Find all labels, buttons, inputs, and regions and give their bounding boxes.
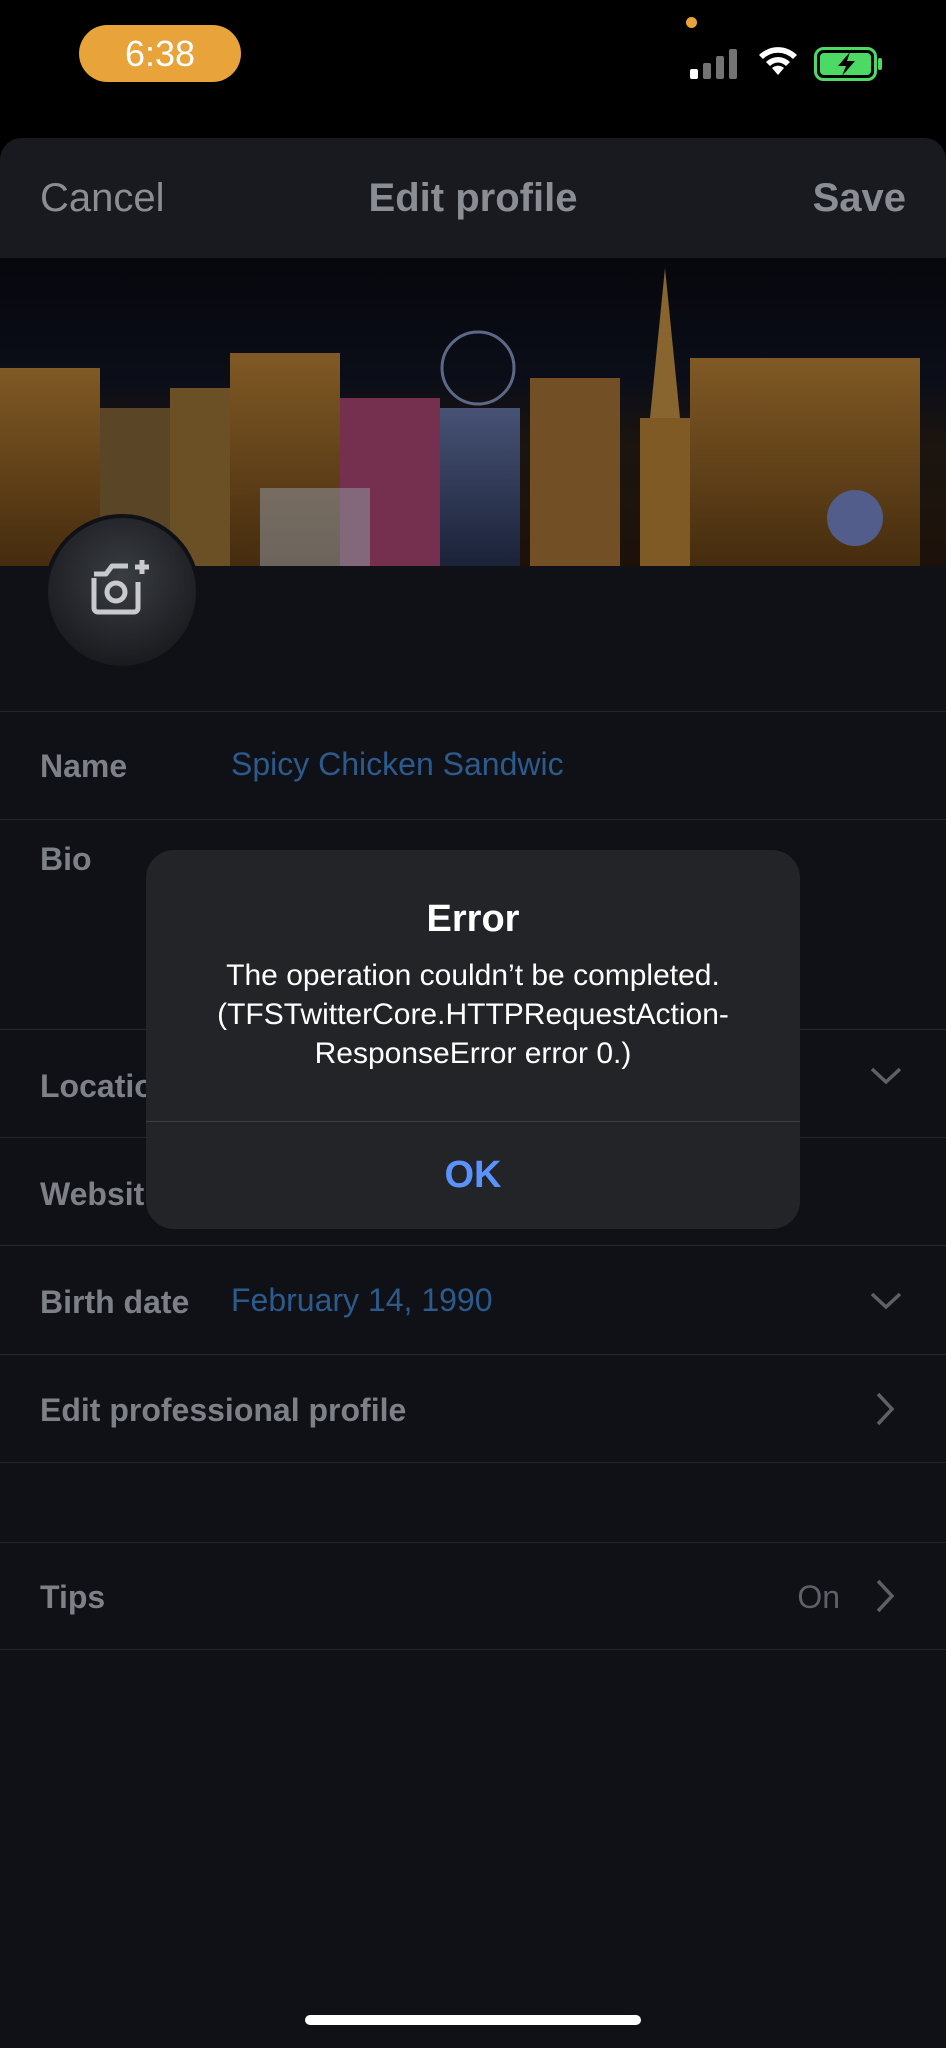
mic-indicator-dot bbox=[686, 17, 697, 28]
chevron-down-icon[interactable] bbox=[869, 1290, 903, 1312]
page-title: Edit profile bbox=[368, 176, 578, 220]
battery-charging-icon bbox=[814, 47, 884, 86]
save-button[interactable]: Save bbox=[813, 176, 906, 221]
alert-message: The operation couldn’t be completed. (TF… bbox=[217, 959, 729, 1070]
alert-title: Error bbox=[426, 898, 520, 940]
wifi-icon bbox=[756, 45, 800, 82]
divider bbox=[0, 711, 946, 712]
divider bbox=[0, 1245, 946, 1246]
bio-label: Bio bbox=[40, 841, 92, 877]
divider bbox=[0, 1354, 946, 1355]
website-label: Websit bbox=[40, 1176, 145, 1212]
name-label: Name bbox=[40, 748, 128, 784]
navigation-bar: Cancel Edit profile Save bbox=[0, 138, 946, 258]
tips-label: Tips bbox=[40, 1579, 106, 1615]
status-bar: 6:38 bbox=[0, 0, 946, 120]
divider bbox=[0, 819, 946, 820]
avatar[interactable] bbox=[44, 514, 200, 670]
divider bbox=[0, 1649, 946, 1650]
birth-date-field[interactable]: February 14, 1990 bbox=[231, 1282, 493, 1319]
name-field[interactable]: Spicy Chicken Sandwic bbox=[231, 746, 564, 783]
location-label: Locatio bbox=[40, 1068, 154, 1104]
home-indicator[interactable] bbox=[305, 2015, 641, 2025]
divider bbox=[0, 1542, 946, 1543]
chevron-right-icon[interactable] bbox=[874, 1391, 896, 1427]
birth-date-label: Birth date bbox=[40, 1284, 190, 1320]
cellular-signal-icon bbox=[690, 47, 740, 79]
tips-value[interactable]: On bbox=[797, 1579, 840, 1616]
edit-professional-profile-row[interactable]: Edit professional profile bbox=[40, 1392, 406, 1429]
ok-button[interactable]: OK bbox=[146, 1122, 800, 1229]
status-time[interactable]: 6:38 bbox=[79, 25, 241, 82]
camera-add-icon[interactable] bbox=[88, 558, 156, 625]
chevron-right-icon[interactable] bbox=[874, 1578, 896, 1614]
error-alert-dialog: Error The operation couldn’t be complete… bbox=[146, 850, 800, 1229]
chevron-down-icon[interactable] bbox=[869, 1065, 903, 1087]
divider bbox=[0, 1462, 946, 1463]
